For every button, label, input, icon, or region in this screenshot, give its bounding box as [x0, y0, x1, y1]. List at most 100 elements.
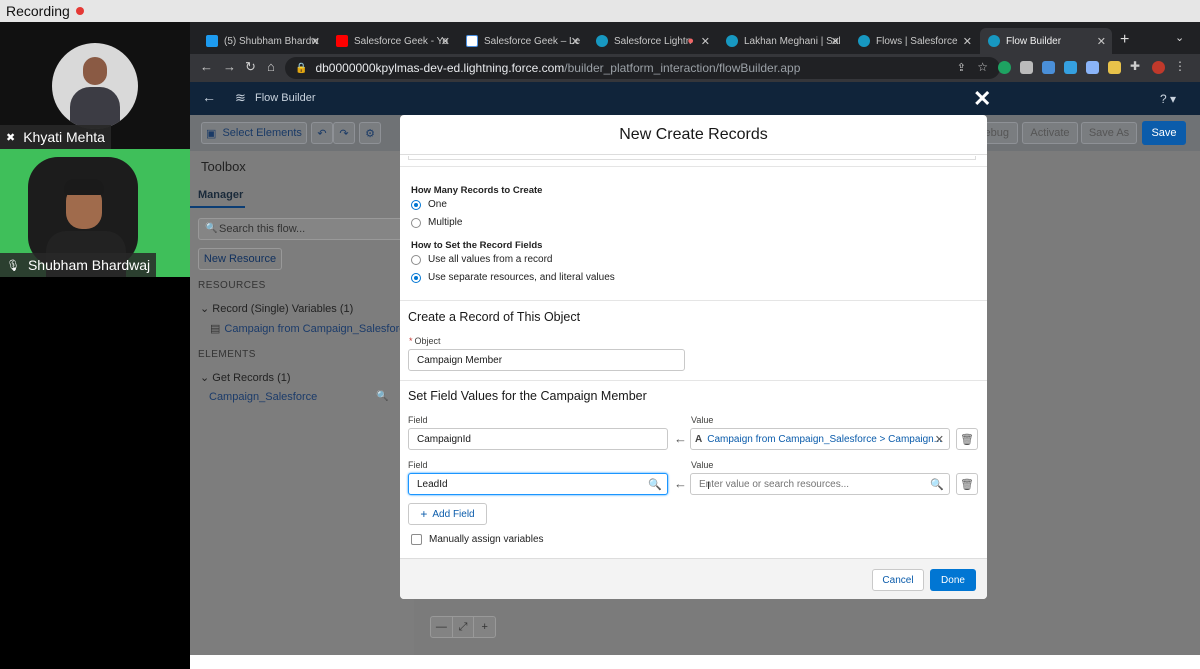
extension-icon[interactable]	[1064, 61, 1077, 74]
address-bar[interactable]: 🔒 db0000000kpylmas-dev-ed.lightning.forc…	[285, 57, 1000, 79]
field-combobox-campaignid[interactable]: CampaignId	[408, 428, 668, 450]
delete-row-button[interactable]: 🗑	[956, 473, 978, 495]
participant-name-2: 🎙 Shubham Bhardwaj	[0, 253, 157, 277]
resources-heading: RESOURCES	[198, 280, 266, 291]
manual-assign-checkbox[interactable]: Manually assign variables	[411, 534, 544, 545]
value-label: Value	[691, 460, 714, 470]
reload-icon[interactable]: ↻	[245, 59, 256, 75]
tab-manager[interactable]: Manager	[198, 189, 243, 201]
plus-icon: +	[420, 507, 428, 521]
cancel-button[interactable]: Cancel	[872, 569, 924, 591]
elements-heading: ELEMENTS	[198, 349, 256, 360]
puzzle-extensions-icon[interactable]: ✚	[1130, 59, 1143, 73]
search-icon: 🔍	[205, 223, 218, 234]
search-icon[interactable]: 🔍	[376, 391, 388, 402]
add-field-button[interactable]: + Add Field	[408, 503, 487, 525]
extension-icon[interactable]	[1020, 61, 1033, 74]
trash-icon: 🗑	[960, 433, 974, 446]
close-tab-icon[interactable]: ✕	[571, 35, 580, 48]
clear-value-icon[interactable]: ✕	[935, 433, 944, 446]
field-label: Field	[408, 415, 428, 425]
extension-icon[interactable]	[1108, 61, 1121, 74]
field-label: Field	[408, 460, 428, 470]
browser-tab[interactable]: Salesforce Geek - Yo ✕	[328, 28, 456, 54]
browser-tab[interactable]: Salesforce Lightn ● ✕	[588, 28, 716, 54]
grammarly-icon[interactable]	[998, 61, 1011, 74]
element-item[interactable]: Campaign_Salesforce	[209, 391, 317, 403]
chevron-down-icon: ⌄	[200, 372, 213, 384]
modal-body: How Many Records to Create One Multiple …	[400, 156, 987, 558]
radio-multiple[interactable]: Multiple	[411, 217, 462, 228]
tab-search-icon[interactable]: ⌄	[1175, 31, 1184, 44]
delete-row-button[interactable]: 🗑	[956, 428, 978, 450]
create-record-section-title: Create a Record of This Object	[408, 310, 581, 324]
browser-tab[interactable]: Salesforce Geek – Le ✕	[458, 28, 586, 54]
zoom-out-icon[interactable]: —	[431, 617, 453, 637]
select-icon: ▣	[206, 127, 217, 140]
document-icon	[466, 35, 478, 47]
browser-tab[interactable]: Flows | Salesforce ✕	[850, 28, 978, 54]
activate-button[interactable]: Activate	[1022, 122, 1078, 144]
salesforce-cloud-icon	[726, 35, 738, 47]
zoom-controls: — ⤢ +	[430, 616, 496, 638]
salesforce-cloud-icon	[858, 35, 870, 47]
extension-icon[interactable]	[1042, 61, 1055, 74]
close-modal-icon[interactable]: ✕	[973, 86, 991, 112]
back-arrow-icon[interactable]: ←	[202, 89, 216, 105]
browser-tab[interactable]: Lakhan Meghani | Sal ✕	[718, 28, 846, 54]
lock-icon: 🔒	[295, 62, 308, 74]
participant-name-1: ✖ Khyati Mehta	[0, 125, 111, 149]
close-tab-icon[interactable]: ✕	[701, 35, 710, 48]
resource-item[interactable]: ▤ Campaign from Campaign_Salesforce	[210, 322, 411, 335]
close-tab-icon[interactable]: ✕	[1097, 35, 1106, 48]
recording-tab-icon: ●	[687, 35, 694, 47]
text-cursor-icon: I	[707, 480, 711, 492]
salesforce-cloud-icon	[988, 35, 1000, 47]
back-arrow-icon[interactable]: ←	[200, 59, 213, 74]
flow-builder-header: ← ≋ Flow Builder ? ▾	[190, 82, 1200, 115]
forward-arrow-icon[interactable]: →	[223, 59, 236, 74]
video-panel: ✖ Khyati Mehta 🎙 Shubham Bhardwaj	[0, 22, 190, 669]
value-input[interactable]: Enter value or search resources... 🔍	[690, 473, 950, 495]
close-tab-icon[interactable]: ✕	[441, 35, 450, 48]
select-elements-button[interactable]: ▣ Select Elements	[201, 122, 307, 144]
radio-separate-resources[interactable]: Use separate resources, and literal valu…	[411, 272, 615, 283]
new-tab-icon[interactable]: +	[1120, 31, 1129, 49]
app-title: Flow Builder	[255, 92, 316, 104]
value-resource-pill[interactable]: A Campaign from Campaign_Salesforce > Ca…	[690, 428, 950, 450]
save-button[interactable]: Save	[1142, 121, 1186, 145]
share-icon[interactable]: ⇪	[957, 61, 966, 74]
new-resource-button[interactable]: New Resource	[198, 248, 282, 270]
object-combobox[interactable]: Campaign Member	[408, 349, 685, 371]
zoom-in-icon[interactable]: +	[474, 617, 495, 637]
browser-tab-strip: (5) Shubham Bhardw ✕ Salesforce Geek - Y…	[190, 22, 1200, 54]
help-icon[interactable]: ? ▾	[1160, 92, 1176, 106]
more-menu-icon[interactable]: ⋮	[1174, 59, 1187, 73]
close-tab-icon[interactable]: ✕	[963, 35, 972, 48]
mic-muted-icon: ✖	[6, 131, 16, 144]
browser-tab[interactable]: (5) Shubham Bhardw ✕	[198, 28, 326, 54]
undo-button[interactable]: ↶	[311, 122, 333, 144]
close-tab-icon[interactable]: ✕	[311, 35, 320, 48]
toolbox-title: Toolbox	[201, 159, 246, 174]
done-button[interactable]: Done	[930, 569, 976, 591]
close-tab-icon[interactable]: ✕	[831, 35, 840, 48]
bookmark-star-icon[interactable]: ☆	[977, 60, 988, 74]
search-icon: 🔍	[930, 479, 944, 491]
get-records-group[interactable]: ⌄ Get Records (1)	[200, 371, 291, 384]
redo-button[interactable]: ↷	[333, 122, 355, 144]
fit-view-icon[interactable]: ⤢	[453, 617, 475, 637]
radio-one[interactable]: One	[411, 199, 447, 210]
twitter-icon	[206, 35, 218, 47]
save-as-button[interactable]: Save As	[1081, 122, 1137, 144]
undo-icon: ↶	[317, 127, 327, 140]
browser-tab-active[interactable]: Flow Builder ✕	[980, 28, 1112, 54]
extension-icon[interactable]	[1086, 61, 1099, 74]
search-input[interactable]: 🔍 Search this flow...	[198, 218, 408, 240]
record-variables-group[interactable]: ⌄ Record (Single) Variables (1)	[200, 302, 353, 315]
home-icon[interactable]: ⌂	[267, 59, 275, 74]
radio-all-values[interactable]: Use all values from a record	[411, 254, 553, 265]
settings-button[interactable]: ⚙	[359, 122, 381, 144]
field-combobox-leadid[interactable]: LeadId 🔍	[408, 473, 668, 495]
profile-avatar[interactable]	[1152, 61, 1165, 74]
